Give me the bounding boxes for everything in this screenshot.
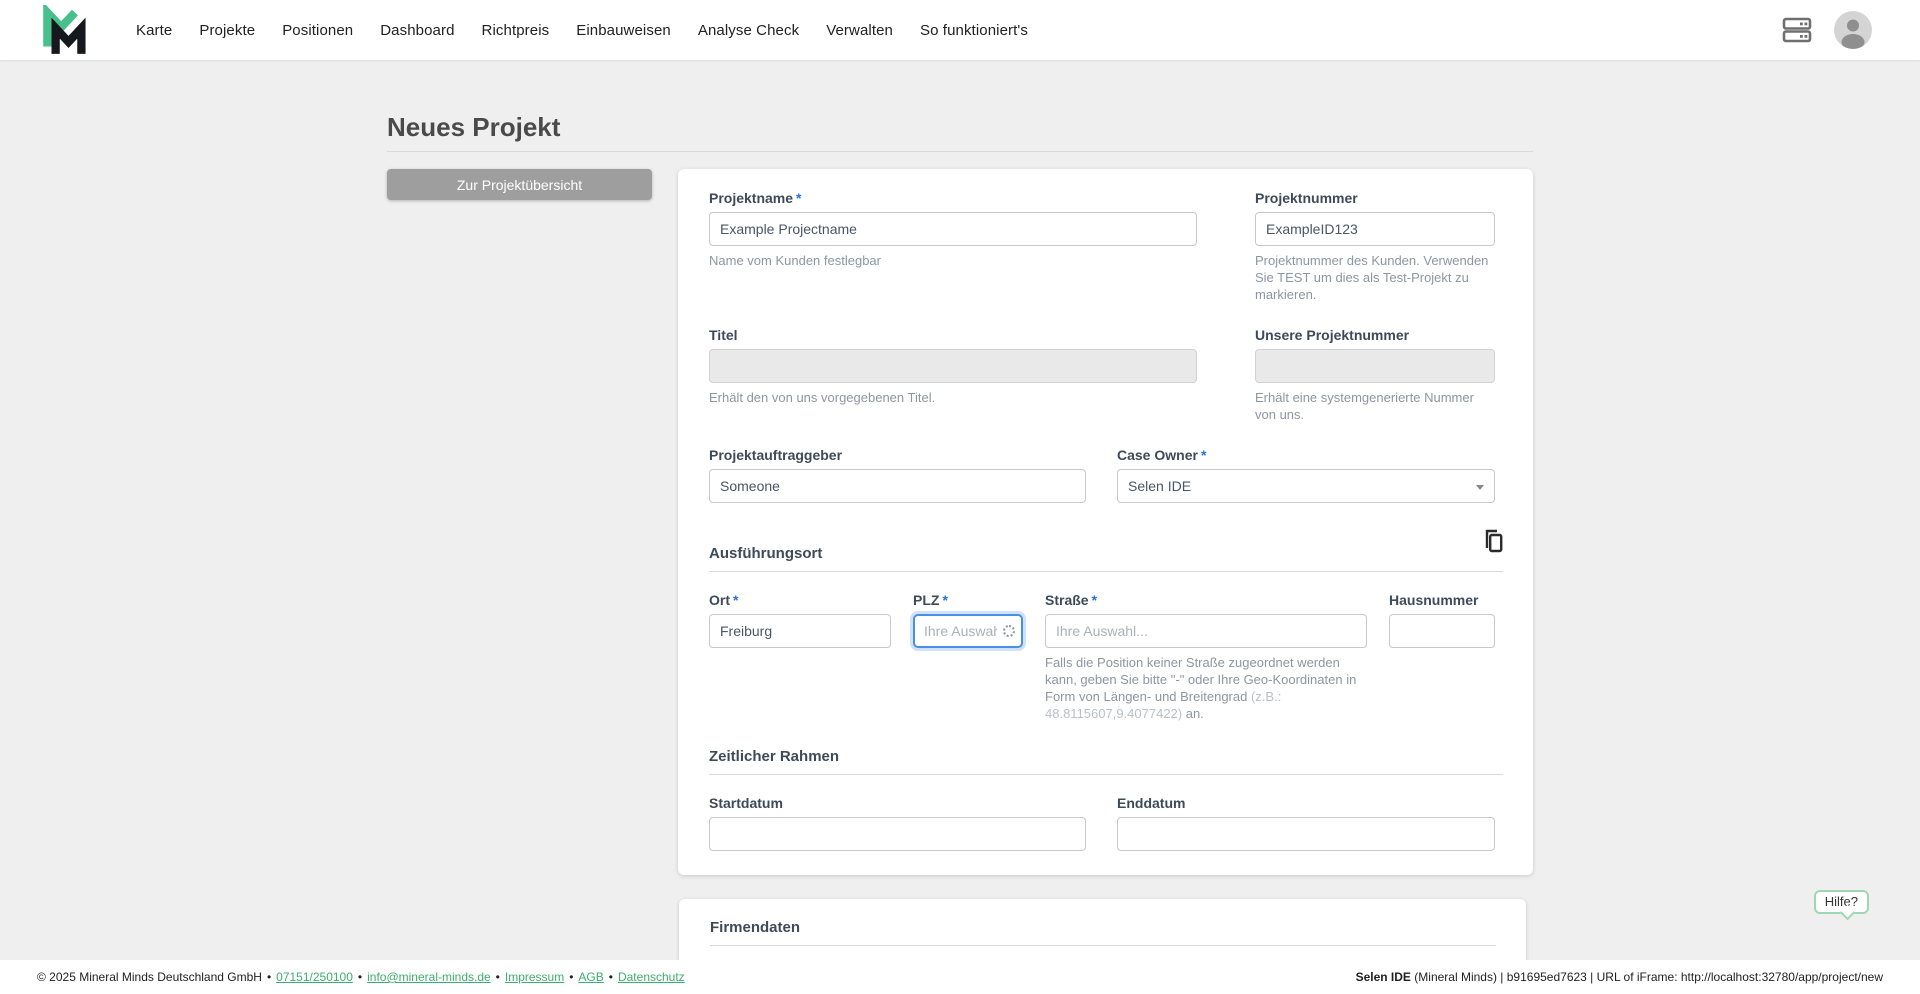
- mineral-minds-logo-icon[interactable]: [40, 4, 88, 56]
- chevron-down-icon: [1476, 485, 1484, 490]
- nav-item-dashboard[interactable]: Dashboard: [380, 22, 454, 39]
- copy-icon[interactable]: [1483, 529, 1503, 558]
- firmendaten-section-header: Firmendaten: [710, 919, 1496, 946]
- ausfuehrungsort-section-header: Ausführungsort: [709, 529, 1503, 572]
- projektnummer-field: Projektnummer Projektnummer des Kunden. …: [1255, 190, 1495, 303]
- nav-item-so-funktionierts[interactable]: So funktioniert's: [920, 22, 1028, 39]
- help-button[interactable]: Hilfe?: [1813, 890, 1869, 914]
- unsere-projektnummer-label: Unsere Projektnummer: [1255, 327, 1410, 343]
- zeitlicher-rahmen-section-header: Zeitlicher Rahmen: [709, 748, 1503, 775]
- footer-impressum-link[interactable]: Impressum: [505, 970, 564, 984]
- enddatum-field: Enddatum: [1117, 795, 1495, 851]
- titel-hint: Erhält den von uns vorgegebenen Titel.: [709, 390, 936, 405]
- firmendaten-card: Firmendaten: [679, 899, 1526, 960]
- loading-spinner-icon: [1003, 625, 1015, 637]
- projektauftraggeber-field: Projektauftraggeber: [709, 447, 1086, 503]
- footer-session-info: Selen IDE (Mineral Minds) | b91695ed7623…: [1356, 970, 1883, 984]
- case-owner-label: Case Owner: [1117, 447, 1198, 463]
- ausfuehrungsort-heading: Ausführungsort: [709, 545, 823, 562]
- case-owner-value: Selen IDE: [1128, 478, 1192, 494]
- plz-label: PLZ: [913, 592, 940, 608]
- top-nav-bar: Karte Projekte Positionen Dashboard Rich…: [0, 0, 1920, 60]
- ort-field: Ort *: [709, 592, 891, 722]
- case-owner-field: Case Owner * Selen IDE: [1117, 447, 1495, 503]
- main-content: Neues Projekt Zur Projektübersicht Proje…: [0, 60, 1920, 960]
- unsere-projektnummer-hint: Erhält eine systemgenerierte Nummer von …: [1255, 390, 1474, 422]
- footer-phone-link[interactable]: 07151/250100: [276, 970, 353, 984]
- hausnummer-input[interactable]: [1389, 614, 1495, 648]
- unsere-projektnummer-input: [1255, 349, 1495, 383]
- zeitlicher-rahmen-heading: Zeitlicher Rahmen: [709, 748, 840, 765]
- startdatum-label: Startdatum: [709, 795, 783, 811]
- footer: © 2025 Mineral Minds Deutschland GmbH • 07…: [0, 960, 1920, 994]
- titel-input: [709, 349, 1197, 383]
- required-marker: *: [1091, 592, 1098, 608]
- hausnummer-label: Hausnummer: [1389, 592, 1479, 608]
- strasse-hint: Falls die Position keiner Straße zugeord…: [1045, 655, 1357, 721]
- ort-input[interactable]: [709, 614, 891, 648]
- footer-user-name: Selen IDE: [1355, 970, 1411, 984]
- startdatum-input[interactable]: [709, 817, 1086, 851]
- hausnummer-field: Hausnummer: [1389, 592, 1495, 722]
- footer-email-link[interactable]: info@mineral-minds.de: [367, 970, 491, 984]
- footer-copyright: © 2025 Mineral Minds Deutschland GmbH: [37, 970, 262, 984]
- projektnummer-label: Projektnummer: [1255, 190, 1358, 206]
- case-owner-select[interactable]: Selen IDE: [1117, 469, 1495, 503]
- nav-item-richtpreis[interactable]: Richtpreis: [482, 22, 550, 39]
- projektname-input[interactable]: [709, 212, 1197, 246]
- server-dns-icon[interactable]: [1782, 17, 1812, 43]
- user-avatar-icon[interactable]: [1834, 11, 1872, 49]
- titel-label: Titel: [709, 327, 738, 343]
- firmendaten-heading: Firmendaten: [710, 919, 801, 936]
- nav-item-karte[interactable]: Karte: [136, 22, 172, 39]
- strasse-label: Straße: [1045, 592, 1089, 608]
- projektname-label: Projektname: [709, 190, 794, 206]
- footer-datenschutz-link[interactable]: Datenschutz: [618, 970, 685, 984]
- nav-item-analyse-check[interactable]: Analyse Check: [698, 22, 799, 39]
- enddatum-input[interactable]: [1117, 817, 1495, 851]
- strasse-input[interactable]: [1045, 614, 1367, 648]
- projektname-hint: Name vom Kunden festlegbar: [709, 253, 881, 268]
- plz-field: PLZ *: [913, 592, 1023, 722]
- projektnummer-input[interactable]: [1255, 212, 1495, 246]
- projektnummer-hint: Projektnummer des Kunden. Verwenden Sie …: [1255, 253, 1489, 302]
- required-marker: *: [1200, 447, 1207, 463]
- back-to-project-overview-button[interactable]: Zur Projektübersicht: [387, 169, 652, 200]
- footer-company-info: © 2025 Mineral Minds Deutschland GmbH • 07…: [37, 970, 685, 984]
- strasse-field: Straße* Falls die Position keiner Straße…: [1045, 592, 1367, 722]
- footer-session-details: (Mineral Minds) | b91695ed7623 | URL of …: [1414, 970, 1883, 984]
- nav-item-positionen[interactable]: Positionen: [282, 22, 353, 39]
- nav-item-verwalten[interactable]: Verwalten: [826, 22, 893, 39]
- nav-item-einbauweisen[interactable]: Einbauweisen: [576, 22, 671, 39]
- startdatum-field: Startdatum: [709, 795, 1086, 851]
- title-divider: [387, 151, 1533, 152]
- project-form-card: Projektname* Name vom Kunden festlegbar …: [678, 169, 1533, 875]
- required-marker: *: [796, 190, 802, 206]
- unsere-projektnummer-field: Unsere Projektnummer Erhält eine systemg…: [1255, 327, 1495, 423]
- projektauftraggeber-input[interactable]: [709, 469, 1086, 503]
- titel-field: Titel Erhält den von uns vorgegebenen Ti…: [709, 327, 1197, 423]
- projektauftraggeber-label: Projektauftraggeber: [709, 447, 843, 463]
- projektname-field: Projektname* Name vom Kunden festlegbar: [709, 190, 1197, 303]
- ort-label: Ort: [709, 592, 730, 608]
- page-title: Neues Projekt: [387, 112, 561, 142]
- nav-item-projekte[interactable]: Projekte: [199, 22, 255, 39]
- main-nav: Karte Projekte Positionen Dashboard Rich…: [136, 22, 1028, 39]
- required-marker: *: [942, 592, 948, 608]
- enddatum-label: Enddatum: [1117, 795, 1186, 811]
- footer-agb-link[interactable]: AGB: [578, 970, 603, 984]
- required-marker: *: [733, 592, 739, 608]
